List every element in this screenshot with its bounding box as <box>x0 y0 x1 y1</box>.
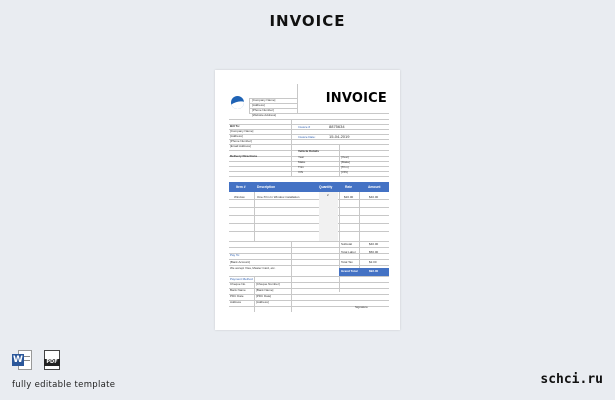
grid-line <box>229 215 389 216</box>
company-logo <box>231 96 244 109</box>
total-tax-value: $2.00 <box>369 260 377 264</box>
col-header-description: Description <box>257 185 276 189</box>
company-name: [Company Name] <box>252 98 276 102</box>
col-header-rate: Rate <box>345 185 353 189</box>
col-header-amount: Amount <box>368 185 381 189</box>
total-labor-label: Total Labor <box>341 250 356 254</box>
items-table-header: Item # Description Quantity Rate Amount <box>229 182 389 192</box>
word-icon: W <box>12 350 32 370</box>
template-caption: fully editable template <box>12 380 116 390</box>
invoice-number-value: 8875634 <box>329 124 345 129</box>
grid-line <box>291 241 292 312</box>
signature-label: Signature <box>355 305 368 309</box>
invoice-preview-sheet[interactable]: [Company Name] [Address] [Phone Number] … <box>215 70 400 330</box>
payment-bank-value: [Bank Name] <box>256 288 274 292</box>
invoice-number-label: Invoice # <box>298 125 311 129</box>
payment-cheque-key: Cheque No. <box>230 282 247 286</box>
pay-to-bank-account: [Bank Account] <box>230 260 251 264</box>
payment-bank-key: Bank Name <box>230 288 246 292</box>
bill-to-company: [Company Name] <box>230 129 254 133</box>
subtotal-value: $40.00 <box>369 242 379 246</box>
vehicle-make-key: Make <box>298 160 306 164</box>
grid-line <box>229 247 389 248</box>
bill-to-phone: [Phone Number] <box>230 139 252 143</box>
col-header-item: Item # <box>236 185 246 189</box>
grid-line <box>229 294 389 295</box>
pdf-icon: PDF <box>44 350 60 370</box>
vehicle-year-key: Year <box>298 155 305 159</box>
payment-cheque-value: [Cheque Number] <box>256 282 280 286</box>
vehicle-make-value: [Make] <box>341 160 351 164</box>
grid-line <box>229 259 389 260</box>
grid-line <box>229 176 389 177</box>
grid-line <box>229 161 389 162</box>
grid-line <box>229 276 389 277</box>
total-tax-label: Total Tax <box>341 260 353 264</box>
vehicle-year-value: [Year] <box>341 155 349 159</box>
invoice-title: INVOICE <box>325 91 387 106</box>
grid-line <box>339 192 340 292</box>
delivery-directions-label: Delivery Directions <box>230 154 258 158</box>
grid-line <box>254 192 255 241</box>
grid-line <box>297 84 298 114</box>
invoice-date-label: Invoice Date: <box>298 135 316 139</box>
payment-address-value: [Address] <box>256 300 269 304</box>
grid-line <box>229 231 389 232</box>
company-address: [Address] <box>252 103 265 107</box>
grid-line <box>229 300 389 301</box>
company-phone: [Phone Number] <box>252 108 274 112</box>
quantity-column-shade <box>319 192 338 241</box>
bill-to-email: [Email Address] <box>230 144 251 148</box>
total-labor-value: $50.00 <box>369 250 379 254</box>
pdf-label: PDF <box>44 359 60 366</box>
vehicle-vin-key: VIN <box>298 170 304 174</box>
grid-line <box>291 119 292 177</box>
grid-line <box>229 166 389 167</box>
grid-line <box>359 192 360 276</box>
grand-total-value: $92.00 <box>369 269 379 273</box>
grid-line <box>229 207 389 208</box>
grid-line <box>229 241 389 242</box>
vehicle-trim-key: Trim <box>298 165 304 169</box>
brand-watermark: schci.ru <box>540 372 603 387</box>
vehicle-details-label: Vehicle Details <box>298 149 320 153</box>
word-badge: W <box>12 354 24 366</box>
grid-line <box>229 144 389 145</box>
pay-to-label: Pay To: <box>230 253 240 257</box>
grid-line <box>229 223 389 224</box>
grid-line <box>229 253 389 254</box>
grid-line <box>254 276 255 312</box>
page-heading: INVOICE <box>269 12 346 30</box>
grid-line <box>339 144 340 177</box>
grand-total-label: Grand Total <box>341 269 358 273</box>
grid-line <box>249 98 250 114</box>
invoice-template: [Company Name] [Address] [Phone Number] … <box>229 84 389 320</box>
payment-address-key: Address <box>230 300 242 304</box>
subtotal-label: Subtotal <box>341 242 353 246</box>
grid-line <box>229 119 389 120</box>
payment-pdc-value: [PDC Date] <box>256 294 272 298</box>
grid-line <box>229 171 389 172</box>
payment-method-label: Payment Method <box>230 277 253 281</box>
payment-pdc-key: PDC Date <box>230 294 244 298</box>
grid-line <box>229 199 389 200</box>
bill-to-label: Bill To: <box>230 124 240 128</box>
row-quantity: 2 <box>327 193 329 197</box>
row-item: Window <box>234 195 245 199</box>
grid-line <box>229 282 389 283</box>
row-amount: $40.00 <box>369 195 379 199</box>
row-rate: $20.00 <box>344 195 354 199</box>
vehicle-trim-value: [Trim] <box>341 165 349 169</box>
col-header-quantity: Quantity <box>319 185 333 189</box>
invoice-date-value: 15-04-2019 <box>329 134 350 139</box>
bill-to-address: [Address] <box>230 134 243 138</box>
grid-line <box>229 288 389 289</box>
pay-to-accepted-cards: We accept Visa, Master Card, etc. <box>230 266 276 270</box>
company-website: [Website Address] <box>252 113 277 117</box>
row-description: One-Trim In Window installation <box>257 195 300 199</box>
vehicle-vin-value: [VIN] <box>341 170 348 174</box>
